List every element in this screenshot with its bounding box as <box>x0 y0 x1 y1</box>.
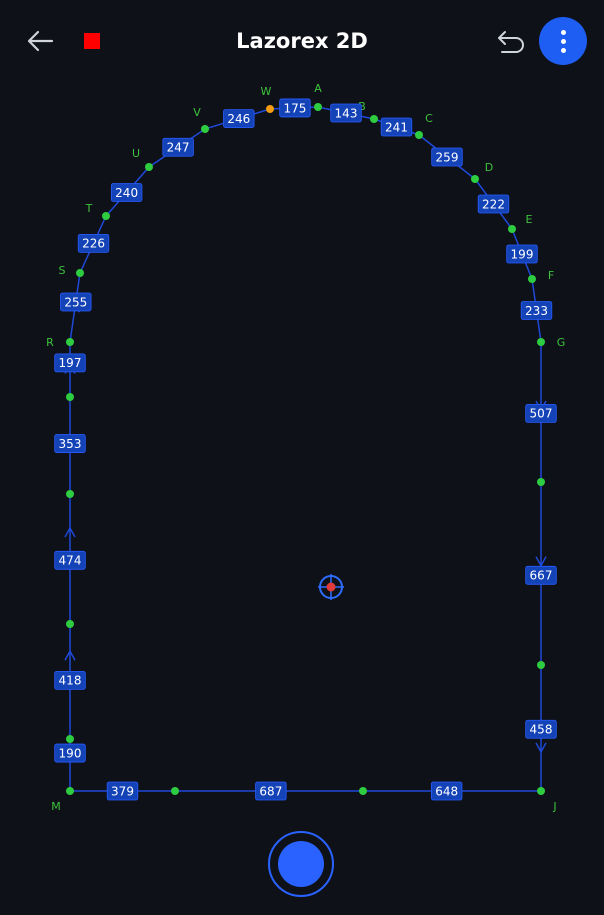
waypoint[interactable] <box>537 338 545 346</box>
record-button-icon <box>278 841 324 887</box>
segment-length-text: 687 <box>259 784 282 798</box>
segment-length-text: 353 <box>59 437 82 451</box>
segment-length-text: 143 <box>335 106 358 120</box>
segment-length-label[interactable]: 222 <box>477 194 510 214</box>
segment-length-label[interactable]: 246 <box>223 109 255 128</box>
waypoint-label: F <box>548 269 554 282</box>
waypoint[interactable] <box>102 212 110 220</box>
segment-length-label[interactable]: 175 <box>279 98 311 118</box>
segment-length-label[interactable]: 259 <box>431 147 463 167</box>
waypoint[interactable] <box>359 787 367 795</box>
segment-length-label[interactable]: 458 <box>525 719 557 739</box>
waypoint-label: R <box>46 336 54 349</box>
segment-length-text: 379 <box>111 784 134 798</box>
segment-length-text: 233 <box>525 304 548 318</box>
segment-length-text: 222 <box>482 197 505 211</box>
segment-length-text: 418 <box>59 674 82 688</box>
waypoint-label: W <box>261 85 272 98</box>
segment-length-label[interactable]: 143 <box>330 103 362 123</box>
segment-length-label[interactable]: 687 <box>255 781 287 801</box>
segment-length-label[interactable]: 240 <box>110 183 143 202</box>
waypoint-label: J <box>552 800 556 813</box>
waypoint-label: V <box>193 106 201 119</box>
segment-length-text: 246 <box>227 112 250 126</box>
current-waypoint[interactable] <box>266 105 274 113</box>
waypoint-label: C <box>425 112 433 125</box>
waypoint[interactable] <box>66 490 74 498</box>
waypoint[interactable] <box>66 787 74 795</box>
segment-length-label[interactable]: 507 <box>525 403 557 423</box>
waypoint[interactable] <box>537 478 545 486</box>
segment-length-text: 240 <box>115 186 138 200</box>
waypoint-label: T <box>85 202 93 215</box>
segment-length-text: 175 <box>284 101 307 115</box>
segment-length-text: 197 <box>59 356 82 370</box>
segment-length-text: 507 <box>530 407 553 421</box>
segment-length-label[interactable]: 226 <box>77 233 110 253</box>
waypoint[interactable] <box>66 735 74 743</box>
waypoint[interactable] <box>66 338 74 346</box>
segment-length-label[interactable]: 474 <box>54 550 86 570</box>
waypoint[interactable] <box>508 225 516 233</box>
waypoint[interactable] <box>66 620 74 628</box>
segment-length-text: 259 <box>436 150 459 164</box>
record-button[interactable] <box>268 831 334 897</box>
segment-length-label[interactable]: 241 <box>380 117 413 137</box>
segment-length-label[interactable]: 255 <box>60 292 92 312</box>
segment-length-label[interactable]: 667 <box>525 565 557 585</box>
segment-length-text: 458 <box>530 723 553 737</box>
waypoint-label: G <box>557 336 566 349</box>
waypoint-label: S <box>59 264 66 277</box>
waypoint[interactable] <box>201 125 209 133</box>
waypoint-label: E <box>526 213 533 226</box>
waypoint-label: A <box>314 82 322 95</box>
segment-length-text: 255 <box>64 295 87 309</box>
segment-length-label[interactable]: 648 <box>430 781 463 801</box>
segment-length-text: 241 <box>385 120 408 134</box>
segment-length-text: 648 <box>435 784 458 798</box>
segment-length-text: 667 <box>530 569 553 583</box>
segment-length-label[interactable]: 233 <box>520 301 553 320</box>
waypoint[interactable] <box>66 393 74 401</box>
segment-length-text: 247 <box>167 141 190 155</box>
waypoint[interactable] <box>528 275 536 283</box>
waypoint[interactable] <box>471 175 479 183</box>
waypoint[interactable] <box>145 163 153 171</box>
segment-length-label[interactable]: 197 <box>54 353 86 373</box>
waypoint-label: D <box>485 161 493 174</box>
segment-length-label[interactable]: 247 <box>162 137 194 157</box>
path-map[interactable]: ABCDEFGJMRSTUVW 143241259222199233507667… <box>0 0 604 915</box>
crosshair-target-icon[interactable] <box>318 574 344 600</box>
segment-length-text: 226 <box>82 237 105 251</box>
waypoint[interactable] <box>314 103 322 111</box>
waypoint[interactable] <box>370 115 378 123</box>
segment-length-label[interactable]: 199 <box>506 244 538 264</box>
waypoint[interactable] <box>171 787 179 795</box>
segment-length-text: 199 <box>511 247 534 261</box>
segment-length-text: 474 <box>59 554 82 568</box>
segment-length-text: 190 <box>59 746 82 760</box>
waypoint-label: U <box>132 147 140 160</box>
waypoint[interactable] <box>537 661 545 669</box>
segment-length-label[interactable]: 379 <box>106 781 139 801</box>
segment-length-label[interactable]: 418 <box>54 670 86 690</box>
waypoint-label: M <box>51 800 61 813</box>
segment-length-label[interactable]: 190 <box>54 743 86 763</box>
waypoint[interactable] <box>537 787 545 795</box>
waypoint[interactable] <box>415 131 423 139</box>
segment-length-label[interactable]: 353 <box>54 434 86 453</box>
waypoint[interactable] <box>76 269 84 277</box>
